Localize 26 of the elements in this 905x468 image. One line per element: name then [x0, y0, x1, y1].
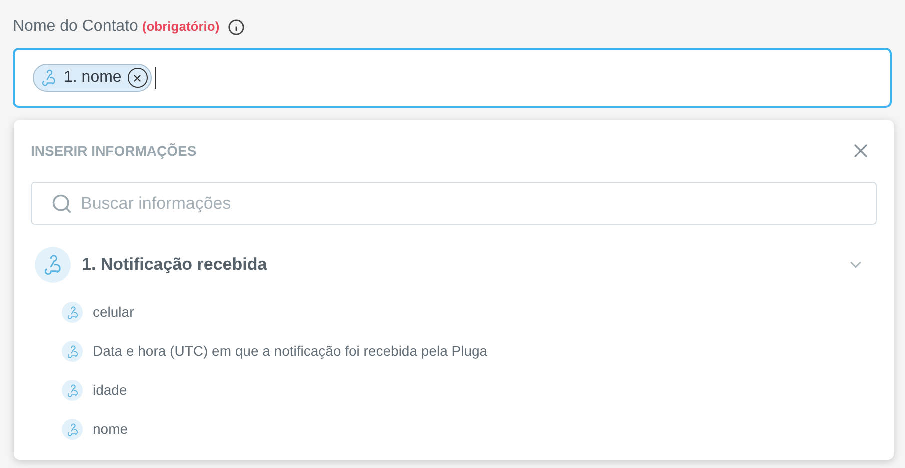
webhook-icon	[66, 422, 80, 436]
search-input[interactable]: Buscar informações	[81, 190, 857, 216]
option-label: nome	[93, 420, 128, 439]
option-label: Data e hora (UTC) em que a notificação foi recebida pela Pluga	[93, 342, 488, 361]
token-input-field[interactable]: 1. nome	[13, 48, 892, 108]
group-label: 1. Notificação recebida	[82, 254, 268, 276]
search-field[interactable]: Buscar informações	[31, 182, 877, 225]
remove-chip-button[interactable]	[128, 68, 148, 88]
required-note: (obrigatório)	[142, 18, 220, 36]
option-label: celular	[93, 303, 134, 322]
field-option[interactable]: idade	[31, 371, 877, 410]
webhook-icon	[40, 69, 58, 87]
webhook-icon	[42, 254, 64, 276]
option-label: idade	[93, 381, 128, 400]
panel-title: INSERIR INFORMAÇÕES	[31, 142, 197, 161]
field-option[interactable]: Data e hora (UTC) em que a notificação foi recebida pela Pluga	[31, 332, 877, 371]
search-icon	[51, 192, 73, 214]
webhook-icon	[66, 384, 80, 398]
field-option[interactable]: nome	[31, 410, 877, 449]
info-icon[interactable]	[228, 18, 245, 36]
chip-label: 1. nome	[64, 68, 122, 88]
close-icon	[132, 72, 144, 84]
field-label: Nome do Contato	[13, 17, 138, 37]
webhook-icon	[66, 344, 80, 358]
text-cursor	[154, 67, 156, 89]
webhook-icon	[66, 306, 80, 320]
